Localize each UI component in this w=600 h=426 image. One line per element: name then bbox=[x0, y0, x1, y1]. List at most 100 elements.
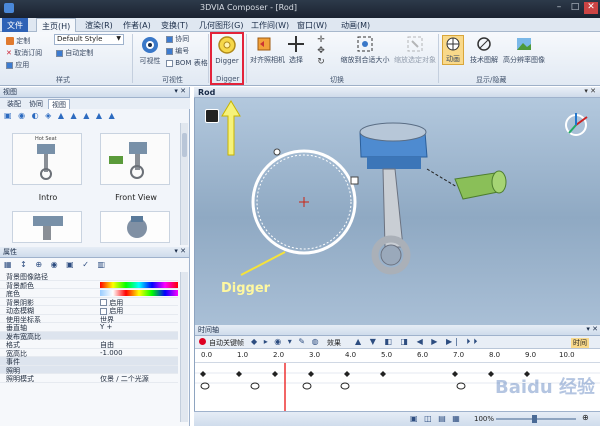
cancel-subscribe-label: 取消订阅 bbox=[14, 49, 43, 57]
view-thumbnail-front[interactable] bbox=[100, 133, 170, 185]
hq-image-button[interactable]: 高分辨率图像 bbox=[502, 35, 546, 65]
hq-image-label: 高分辨率图像 bbox=[503, 56, 545, 64]
time-mode-button[interactable]: 时间 bbox=[571, 338, 589, 348]
background-color-swatch[interactable] bbox=[100, 281, 178, 288]
custom-style-icon bbox=[6, 37, 14, 45]
collab-label: 协同 bbox=[175, 35, 190, 43]
property-value[interactable]: -1.000 bbox=[100, 349, 123, 357]
visibility-group-label: 可视性 bbox=[162, 76, 183, 84]
tab-views[interactable]: 视图 bbox=[48, 99, 70, 109]
property-row[interactable]: 垂直轴 Y + bbox=[0, 323, 178, 332]
scrollbar-thumb[interactable] bbox=[182, 133, 187, 157]
view-thumbnail[interactable] bbox=[12, 211, 82, 243]
select-button[interactable]: 选择 bbox=[284, 35, 308, 65]
style-group-label: 样式 bbox=[56, 76, 70, 84]
auto-custom-item[interactable]: 自动定制 bbox=[56, 48, 93, 58]
zoom-fit-button[interactable]: 缩放到合适大小 bbox=[340, 35, 390, 65]
view-thumbnail[interactable] bbox=[100, 211, 170, 243]
bom-checkbox[interactable] bbox=[166, 59, 173, 67]
tab-collaboration[interactable]: 协同 bbox=[26, 99, 46, 109]
close-icon[interactable]: ▾ ✕ bbox=[584, 87, 596, 95]
thumbnail-label-front: Front View bbox=[115, 193, 157, 202]
property-row[interactable]: 底色 bbox=[0, 289, 178, 298]
collab-checkbox[interactable] bbox=[166, 35, 173, 43]
digger-button[interactable]: Digger bbox=[213, 35, 241, 65]
align-camera-button[interactable]: 对齐照相机 bbox=[250, 35, 285, 65]
minimize-icon[interactable]: – bbox=[552, 2, 566, 14]
bom-item[interactable]: BOM 表格 bbox=[166, 58, 208, 68]
scrollbar[interactable] bbox=[180, 123, 188, 245]
tick-label: 10.0 bbox=[559, 351, 575, 359]
collab-item[interactable]: 协同 bbox=[166, 34, 189, 44]
property-row[interactable]: 使用坐标系 世界 bbox=[0, 315, 178, 324]
background-shadow-checkbox[interactable] bbox=[100, 299, 107, 306]
property-row[interactable]: 动态模糊 启用 bbox=[0, 306, 178, 315]
pin-icon[interactable]: ▾ ✕ bbox=[174, 87, 186, 95]
properties-panel: 属性 ▾ ✕ ▦ ↕ ⊕ ◉ ▣ ✓ ▥ 背景图像路径 背景颜色 底色 背景阴影… bbox=[0, 247, 190, 426]
property-row[interactable]: 宽高比 -1.000 bbox=[0, 349, 178, 358]
tab-render[interactable]: 渲染(R) bbox=[80, 18, 118, 32]
tab-author[interactable]: 作者(A) bbox=[118, 18, 156, 32]
property-value[interactable]: 仅景 / 二个光源 bbox=[100, 374, 149, 384]
animation-toggle[interactable]: 动画 bbox=[442, 35, 464, 65]
view-mode-icon[interactable] bbox=[205, 109, 219, 123]
properties-panel-title: 属性 bbox=[3, 248, 17, 256]
property-row[interactable]: 照明模式 仅景 / 二个光源 bbox=[0, 374, 178, 383]
number-checkbox[interactable] bbox=[166, 47, 173, 55]
align-camera-label: 对齐照相机 bbox=[250, 56, 285, 64]
tab-file[interactable]: 文件 bbox=[2, 18, 28, 32]
close-icon[interactable]: ✕ bbox=[584, 2, 598, 14]
divider bbox=[246, 34, 247, 83]
auto-key-button[interactable]: 自动关键帧 bbox=[209, 338, 244, 348]
tab-home[interactable]: 主页(H) bbox=[36, 18, 77, 32]
tab-transform[interactable]: 变换(T) bbox=[156, 18, 193, 32]
move-tools-icon[interactable]: ✛ ✥ ↻ bbox=[310, 35, 332, 71]
apply-item[interactable]: 应用 bbox=[6, 60, 29, 70]
properties-toolbar[interactable]: ▦ ↕ ⊕ ◉ ▣ ✓ ▥ bbox=[4, 260, 184, 270]
tab-assembly[interactable]: 装配 bbox=[4, 99, 24, 109]
tech-illustration-button[interactable]: 技术图解 bbox=[468, 35, 500, 65]
tab-window[interactable]: 窗口(W) bbox=[292, 18, 332, 32]
property-category[interactable]: 照明 bbox=[0, 365, 178, 375]
view-toolbar[interactable]: ▣ ◉ ◐ ◈ ▲ ▲ ▲ ▲ ▲ bbox=[4, 111, 184, 121]
timeline-tracks[interactable]: Baidu 经验 bbox=[195, 363, 600, 413]
timeline-ruler[interactable]: 0.0 1.0 2.0 3.0 4.0 5.0 6.0 7.0 8.0 9.0 … bbox=[195, 349, 600, 363]
pin-icon[interactable]: ▾ ✕ bbox=[586, 325, 598, 333]
zoom-slider[interactable] bbox=[496, 415, 576, 423]
tab-geometry[interactable]: 几何图形(G) bbox=[194, 18, 248, 32]
number-item[interactable]: 编号 bbox=[166, 46, 189, 56]
tab-animation[interactable]: 动画(M) bbox=[336, 18, 375, 32]
base-color-swatch[interactable] bbox=[100, 290, 178, 296]
property-category[interactable]: 事件 bbox=[0, 357, 178, 366]
document-tab[interactable]: Rod bbox=[198, 88, 215, 97]
custom-style-item[interactable]: 定制 bbox=[6, 36, 30, 46]
visibility-button[interactable]: 可视性 bbox=[138, 36, 162, 66]
property-category[interactable]: 发布宽高比 bbox=[0, 331, 178, 341]
tick-label: 8.0 bbox=[489, 351, 501, 359]
scrollbar[interactable] bbox=[180, 272, 188, 422]
zoom-in-icon[interactable]: ⊕ bbox=[582, 413, 589, 422]
view-thumbnail-intro[interactable]: Hot Seat bbox=[12, 133, 82, 185]
property-row[interactable]: 背景阴影 启用 bbox=[0, 298, 178, 307]
effects-button[interactable]: 效果 bbox=[327, 338, 341, 348]
property-row[interactable]: 背景颜色 bbox=[0, 281, 178, 290]
timeline-tools[interactable]: ◆ ▸ ◉ ▾ ✎ ◍ bbox=[251, 337, 321, 346]
eye-icon bbox=[142, 37, 158, 53]
zoom-selected-button[interactable]: 缩放选定对象 bbox=[392, 35, 438, 65]
auto-custom-checkbox[interactable] bbox=[56, 49, 63, 57]
record-icon[interactable] bbox=[199, 338, 206, 345]
zoom-slider-thumb[interactable] bbox=[532, 415, 537, 423]
motion-blur-checkbox[interactable] bbox=[100, 307, 107, 315]
style-select[interactable]: Default Style ▼ bbox=[54, 34, 124, 45]
pin-icon[interactable]: ▾ ✕ bbox=[174, 247, 186, 255]
playback-controls[interactable]: ▲ ▼ ◧ ◨ ◀ ▶ ▶| ⏵⏵ bbox=[355, 337, 480, 347]
3d-viewport[interactable]: Digger bbox=[194, 87, 600, 325]
tech-illustration-label: 技术图解 bbox=[470, 56, 498, 64]
maximize-icon[interactable]: □ bbox=[568, 2, 582, 14]
cancel-subscribe-item[interactable]: ✕ 取消订阅 bbox=[6, 48, 42, 58]
tab-workshop[interactable]: 工作间(W) bbox=[246, 18, 294, 32]
property-row[interactable]: 背景图像路径 bbox=[0, 272, 178, 281]
property-value[interactable]: Y + bbox=[100, 323, 112, 331]
property-row[interactable]: 格式 自由 bbox=[0, 340, 178, 349]
status-tools[interactable]: ▣ ◫ ▤ ▦ bbox=[410, 414, 462, 423]
